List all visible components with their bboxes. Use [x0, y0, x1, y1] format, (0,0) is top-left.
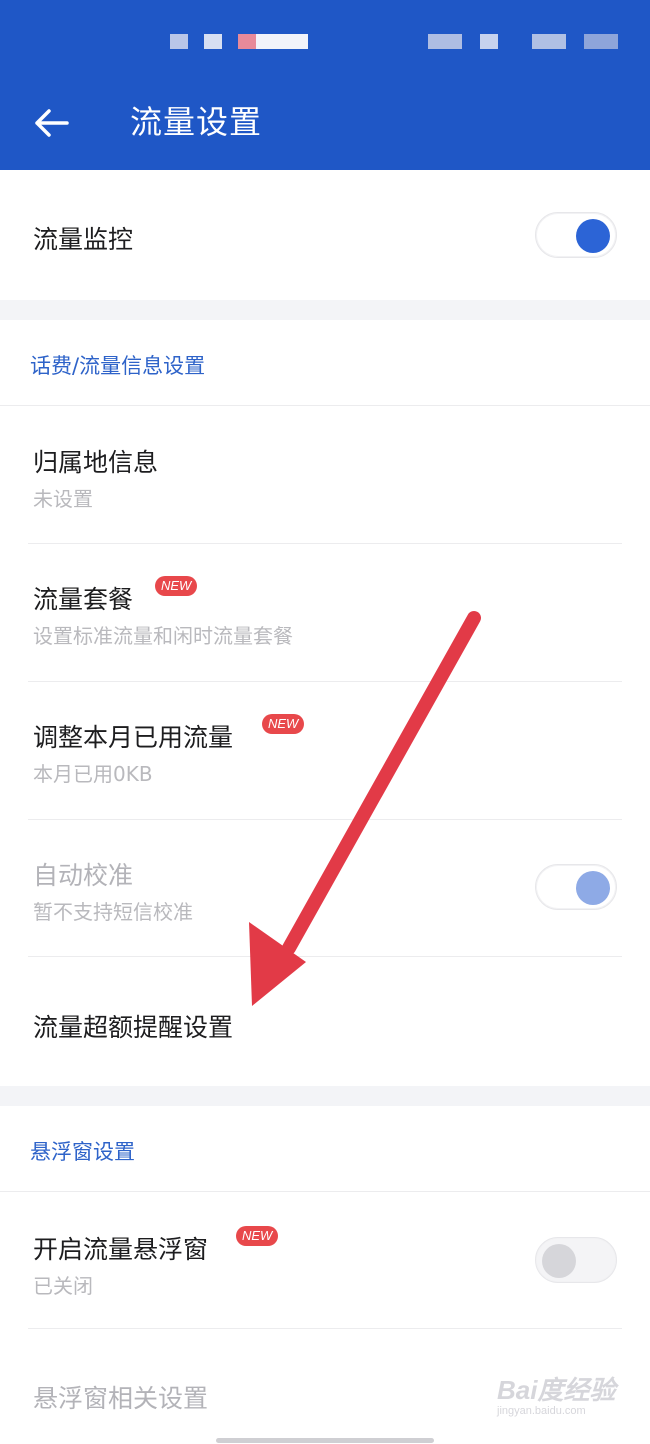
watermark-url: jingyan.baidu.com: [497, 1405, 586, 1417]
toggle-knob: [576, 871, 610, 905]
status-bar: [0, 0, 650, 84]
monitor-row[interactable]: 流量监控: [0, 170, 650, 300]
page-title: 流量设置: [130, 103, 263, 141]
status-bar-blur: [204, 34, 222, 49]
float-toggle[interactable]: [535, 1237, 617, 1283]
list-item-enable-float[interactable]: 开启流量悬浮窗 NEW 已关闭: [0, 1192, 650, 1328]
app-header: 流量设置: [0, 0, 650, 170]
item-title: 调整本月已用流量: [33, 723, 234, 752]
arrow-left-icon: [35, 109, 69, 137]
item-title: 自动校准: [33, 861, 134, 890]
new-badge: NEW: [155, 576, 198, 596]
watermark-logo: Bai度经验: [497, 1375, 616, 1405]
monitor-label: 流量监控: [33, 225, 134, 254]
status-bar-blur: [428, 34, 462, 49]
item-title: 开启流量悬浮窗: [33, 1235, 209, 1264]
new-badge: NEW: [236, 1226, 279, 1246]
section-label-billing: 话费/流量信息设置: [30, 354, 206, 378]
list-item-data-plan[interactable]: 流量套餐 NEW 设置标准流量和闲时流量套餐: [0, 544, 650, 681]
status-bar-blur: [170, 34, 188, 49]
home-indicator: [216, 1438, 434, 1443]
list-item-overage-alert[interactable]: 流量超额提醒设置: [0, 957, 650, 1086]
status-bar-blur: [532, 34, 566, 49]
back-button[interactable]: [26, 98, 76, 148]
list-item-auto-calibrate[interactable]: 自动校准 暂不支持短信校准: [0, 820, 650, 956]
status-bar-blur: [238, 34, 256, 49]
status-bar-blur: [256, 34, 308, 49]
auto-calibrate-toggle[interactable]: [535, 864, 617, 910]
item-title: 流量套餐: [33, 585, 134, 614]
item-title: 流量超额提醒设置: [33, 1013, 234, 1042]
item-subtitle: 未设置: [33, 487, 93, 511]
toggle-knob: [576, 219, 610, 253]
monitor-card: 流量监控: [0, 170, 650, 300]
monitor-toggle[interactable]: [535, 212, 617, 258]
status-bar-blur: [584, 34, 618, 49]
item-subtitle: 设置标准流量和闲时流量套餐: [33, 624, 293, 648]
item-subtitle: 已关闭: [33, 1274, 93, 1298]
new-badge: NEW: [262, 714, 305, 734]
list-item-home-location[interactable]: 归属地信息 未设置: [0, 406, 650, 543]
status-bar-blur: [480, 34, 498, 49]
item-subtitle: 本月已用0KB: [33, 762, 153, 786]
item-title: 归属地信息: [33, 448, 159, 477]
item-title: 悬浮窗相关设置: [33, 1384, 209, 1413]
baidu-watermark: Bai度经验 jingyan.baidu.com: [497, 1376, 627, 1420]
item-subtitle: 暂不支持短信校准: [33, 900, 193, 924]
toggle-knob: [542, 1244, 576, 1278]
billing-card: 话费/流量信息设置 归属地信息 未设置 流量套餐 NEW 设置标准流量和闲时流量…: [0, 320, 650, 1086]
section-label-float: 悬浮窗设置: [30, 1140, 135, 1164]
list-item-adjust-usage[interactable]: 调整本月已用流量 NEW 本月已用0KB: [0, 682, 650, 819]
